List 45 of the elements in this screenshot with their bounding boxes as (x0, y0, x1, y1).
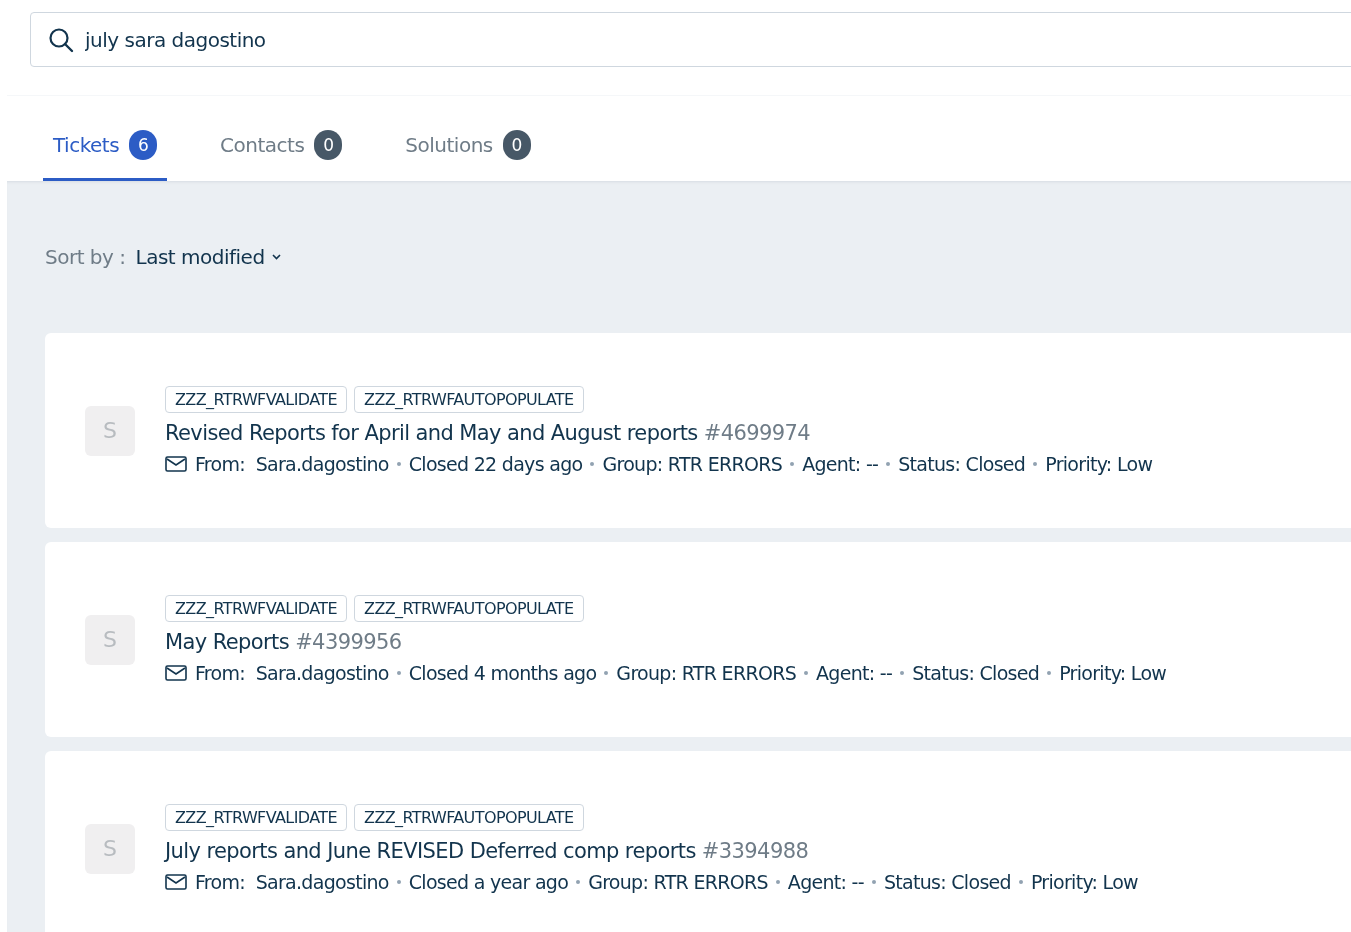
ticket-meta: Priority: Low (1030, 871, 1138, 893)
search-field[interactable]: july sara dagostino (30, 12, 1351, 67)
ticket-number: #4399956 (295, 630, 402, 654)
ticket-meta: From: Sara.dagostino (195, 453, 389, 475)
count-badge: 0 (502, 130, 531, 160)
ticket-number: #3394988 (701, 839, 809, 863)
tag: ZZZ_RTRWFVALIDATE (165, 804, 348, 831)
sort-dropdown[interactable]: Last modified (135, 245, 282, 269)
ticket-meta: Agent: -- (802, 453, 879, 475)
envelope-icon (165, 874, 187, 890)
ticket-meta: Group: RTR ERRORS (588, 871, 768, 893)
avatar: S (85, 823, 135, 874)
ticket-meta: Agent: -- (816, 662, 893, 684)
envelope-icon (165, 456, 187, 472)
sort-label: Sort by : (45, 245, 126, 269)
ticket-meta: From: Sara.dagostino (195, 662, 389, 684)
ticket-meta: Priority: Low (1045, 453, 1153, 475)
avatar: S (85, 405, 135, 456)
count-badge: 6 (129, 130, 158, 160)
ticket-meta: Agent: -- (787, 871, 864, 893)
ticket-meta: Status: Closed (883, 871, 1011, 893)
avatar: S (85, 614, 135, 665)
envelope-icon (165, 665, 187, 681)
ticket-title[interactable]: Revised Reports for April and May and August reports (165, 421, 698, 445)
ticket-meta: Priority: Low (1059, 662, 1167, 684)
ticket-meta: Group: RTR ERRORS (602, 453, 783, 475)
ticket-title[interactable]: May Reports (165, 630, 290, 654)
tab[interactable]: Contacts 0 (210, 130, 353, 181)
tag: ZZZ_RTRWFVALIDATE (165, 595, 348, 622)
tag: ZZZ_RTRWFAUTOPOPULATE (354, 804, 584, 831)
chevron-down-icon (270, 253, 282, 261)
tag: ZZZ_RTRWFAUTOPOPULATE (354, 595, 584, 622)
ticket-meta: Closed 22 days ago (408, 453, 583, 475)
ticket-meta: Closed 4 months ago (408, 662, 597, 684)
tag: ZZZ_RTRWFVALIDATE (165, 386, 348, 413)
ticket-meta: Status: Closed (912, 662, 1040, 684)
tab[interactable]: Solutions 0 (395, 130, 541, 181)
ticket-meta: From: Sara.dagostino (195, 871, 389, 893)
count-badge: 0 (314, 130, 343, 160)
ticket-meta: Closed a year ago (408, 871, 569, 893)
ticket-meta: Group: RTR ERRORS (616, 662, 797, 684)
ticket-meta: Status: Closed (898, 453, 1026, 475)
ticket-title[interactable]: July reports and June REVISED Deferred comp reports (165, 839, 696, 863)
tag: ZZZ_RTRWFAUTOPOPULATE (354, 386, 584, 413)
ticket-number: #4699974 (703, 421, 811, 445)
